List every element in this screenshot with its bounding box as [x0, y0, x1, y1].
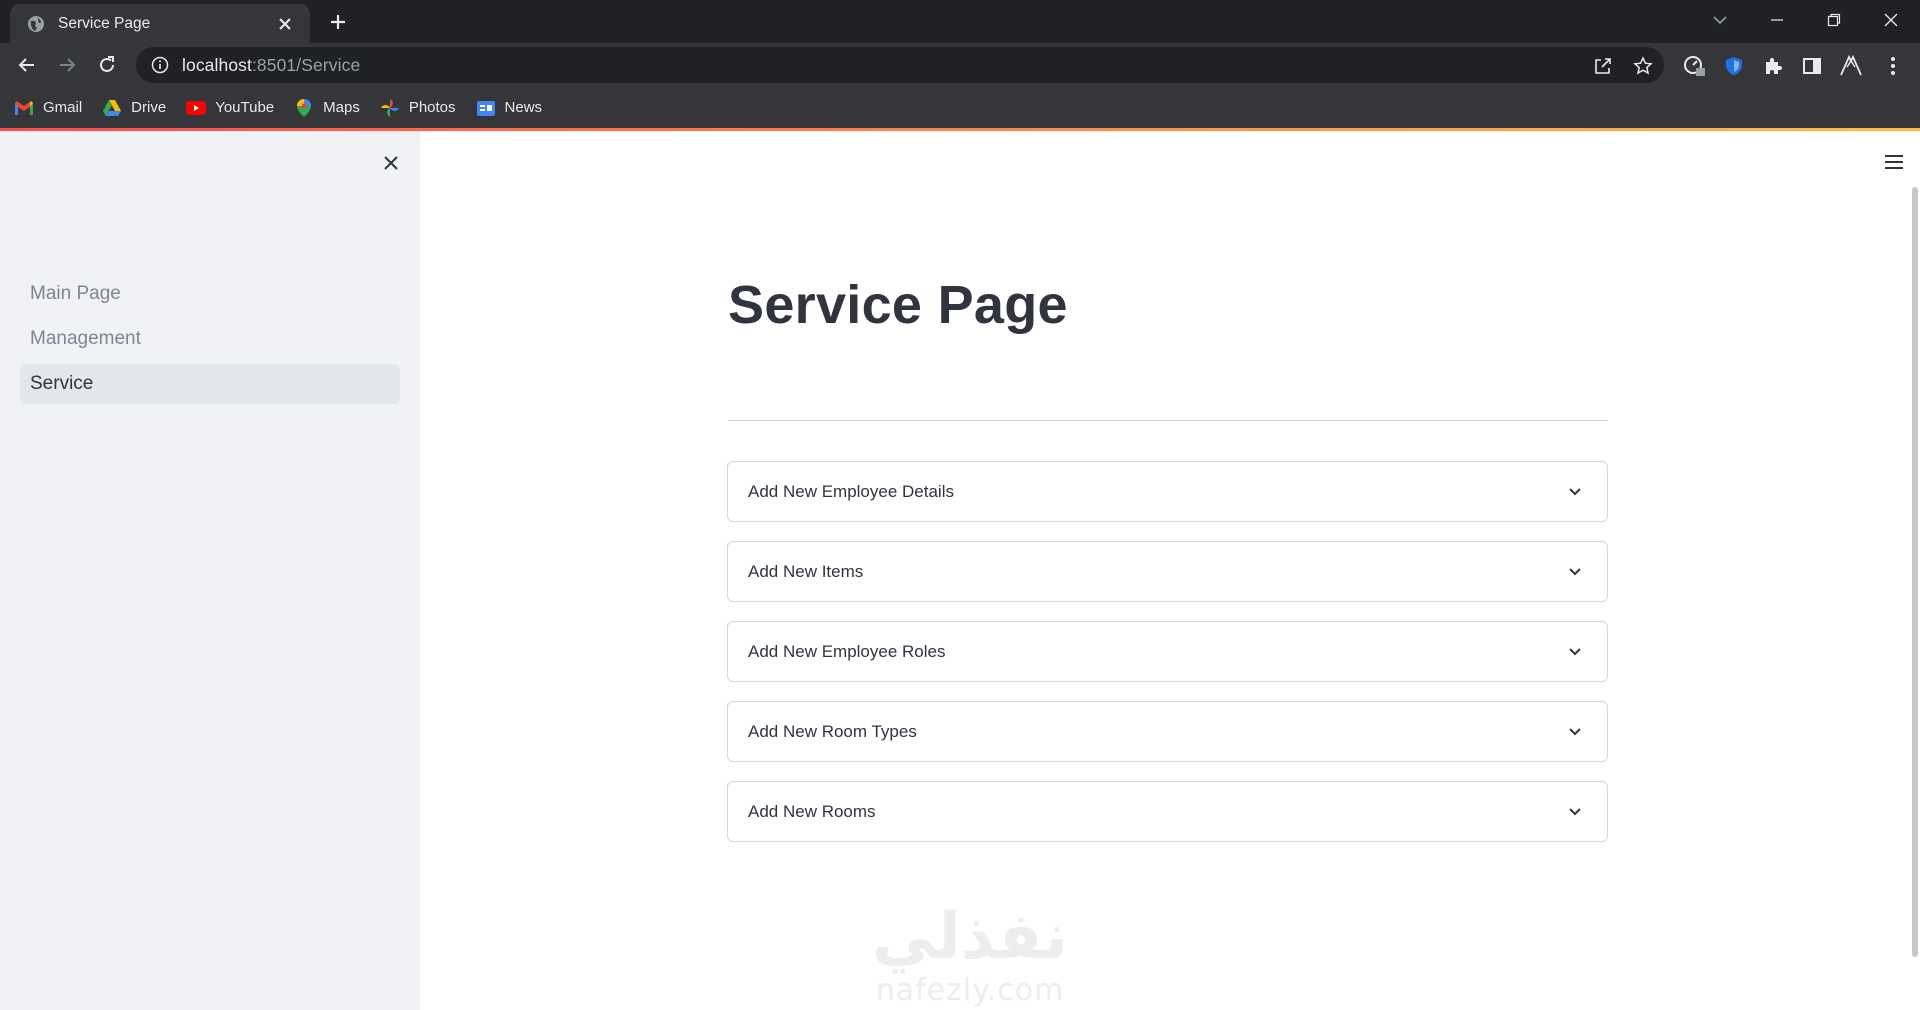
page-title: Service Page — [728, 275, 1068, 335]
divider — [728, 420, 1608, 421]
back-icon[interactable] — [12, 50, 42, 80]
tab-title: Service Page — [58, 14, 151, 32]
drive-icon — [102, 98, 122, 118]
watermark-latin: nafezly.com — [875, 973, 1065, 1008]
tab-search-icon[interactable] — [1695, 4, 1745, 36]
bookmark-gmail[interactable]: Gmail — [14, 98, 82, 118]
chevron-down-icon — [1565, 722, 1585, 742]
tab-close-icon[interactable] — [274, 13, 296, 35]
bookmark-drive[interactable]: Drive — [102, 98, 166, 118]
side-panel-icon[interactable] — [1799, 53, 1825, 79]
url-text: localhost:8501/Service — [182, 55, 360, 76]
close-sidebar-icon[interactable] — [378, 150, 404, 176]
maps-icon — [294, 98, 314, 118]
url-host: localhost — [182, 54, 252, 75]
photos-icon — [380, 98, 400, 118]
browser-tabstrip: Service Page — [0, 0, 1920, 43]
youtube-icon — [186, 98, 207, 118]
bookmarks-bar: Gmail Drive YouTube Maps Photos News — [0, 87, 1920, 128]
bookmark-photos[interactable]: Photos — [380, 98, 456, 118]
expander-label: Add New Employee Roles — [748, 641, 946, 661]
sidebar-item-management[interactable]: Management — [20, 319, 400, 359]
scrollbar[interactable] — [1912, 187, 1918, 957]
reload-icon[interactable] — [92, 50, 122, 80]
chevron-down-icon — [1565, 482, 1585, 502]
chevron-down-icon — [1565, 562, 1585, 582]
chevron-down-icon — [1565, 802, 1585, 822]
hamburger-menu-icon[interactable] — [1880, 151, 1908, 173]
shield-extension-icon[interactable] — [1721, 53, 1747, 79]
sidebar: Main Page Management Service — [0, 131, 420, 1010]
expander-add-new-employee-roles[interactable]: Add New Employee Roles — [727, 621, 1608, 682]
watermark-arabic: نفذلي — [872, 900, 1068, 974]
browser-toolbar: localhost:8501/Service — [0, 43, 1920, 87]
performance-extension-icon[interactable] — [1681, 53, 1707, 79]
site-info-icon[interactable] — [150, 55, 170, 75]
sidebar-item-main-page[interactable]: Main Page — [20, 274, 400, 314]
bookmark-maps[interactable]: Maps — [294, 98, 360, 118]
url-path: :8501/Service — [251, 54, 361, 75]
expander-add-new-rooms[interactable]: Add New Rooms — [727, 781, 1608, 842]
forward-icon[interactable] — [52, 50, 82, 80]
expander-label: Add New Rooms — [748, 801, 876, 821]
globe-icon — [26, 14, 46, 34]
minimize-icon[interactable] — [1752, 4, 1802, 36]
new-tab-icon[interactable] — [325, 9, 351, 35]
bookmark-news[interactable]: News — [476, 98, 542, 118]
gmail-icon — [14, 98, 34, 118]
restore-icon[interactable] — [1809, 4, 1859, 36]
share-icon[interactable] — [1592, 55, 1614, 77]
address-bar[interactable]: localhost:8501/Service — [136, 47, 1664, 83]
profile-avatar-icon[interactable] — [1838, 53, 1864, 79]
chevron-down-icon — [1565, 642, 1585, 662]
expander-add-new-employee-details[interactable]: Add New Employee Details — [727, 461, 1608, 522]
main-content: Service Page Add New Employee Details Ad… — [420, 131, 1920, 1010]
extensions-puzzle-icon[interactable] — [1760, 53, 1786, 79]
expander-label: Add New Room Types — [748, 721, 917, 741]
bookmark-star-icon[interactable] — [1632, 55, 1654, 77]
expander-add-new-room-types[interactable]: Add New Room Types — [727, 701, 1608, 762]
browser-tab[interactable]: Service Page — [10, 4, 310, 43]
expander-add-new-items[interactable]: Add New Items — [727, 541, 1608, 602]
expander-label: Add New Employee Details — [748, 481, 954, 501]
bookmark-youtube[interactable]: YouTube — [186, 98, 274, 118]
news-icon — [476, 98, 496, 118]
expander-label: Add New Items — [748, 561, 864, 581]
sidebar-item-service[interactable]: Service — [20, 364, 400, 404]
close-window-icon[interactable] — [1866, 4, 1916, 36]
browser-menu-icon[interactable] — [1880, 53, 1906, 79]
watermark: نفذلي nafezly.com — [850, 901, 1090, 1010]
